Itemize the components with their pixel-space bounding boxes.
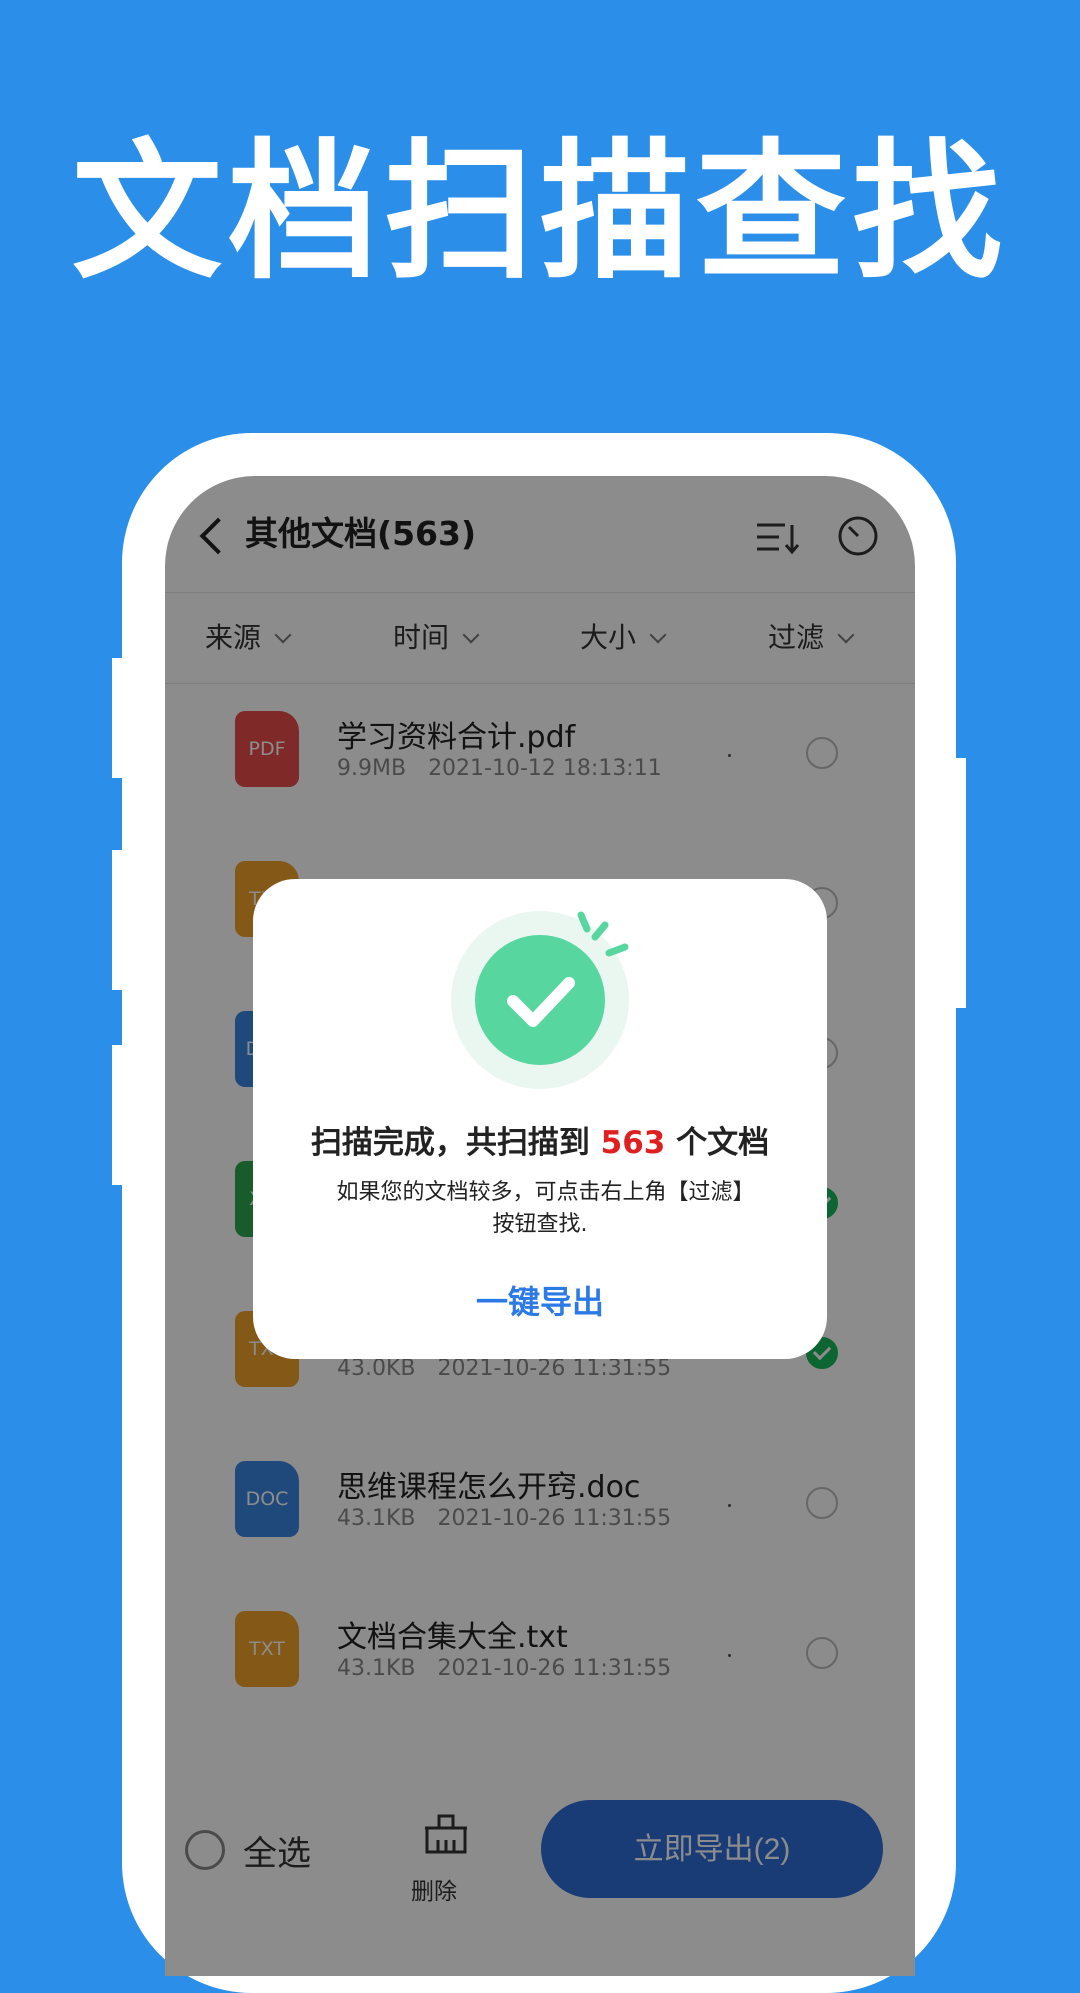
dialog-title: 扫描完成，共扫描到 563 个文档 <box>253 1117 827 1162</box>
dialog-title-text: 个文档 <box>665 1125 770 1161</box>
scan-count: 563 <box>600 1125 666 1161</box>
dialog-title-text: 扫描完成，共扫描到 <box>310 1125 601 1161</box>
promo-headline: 文档扫描查找 <box>71 126 1008 300</box>
sparkle-icon <box>577 911 629 957</box>
phone-side-key <box>112 658 126 778</box>
scan-complete-dialog: 扫描完成，共扫描到 563 个文档 如果您的文档较多，可点击右上角【过滤】按钮查… <box>253 879 827 1359</box>
dialog-body: 如果您的文档较多，可点击右上角【过滤】按钮查找. <box>336 1180 744 1237</box>
one-click-export-button[interactable]: 一键导出 <box>253 1277 827 1323</box>
phone-side-key <box>952 758 966 1008</box>
phone-side-key <box>112 850 126 990</box>
phone-side-key <box>112 1045 126 1185</box>
